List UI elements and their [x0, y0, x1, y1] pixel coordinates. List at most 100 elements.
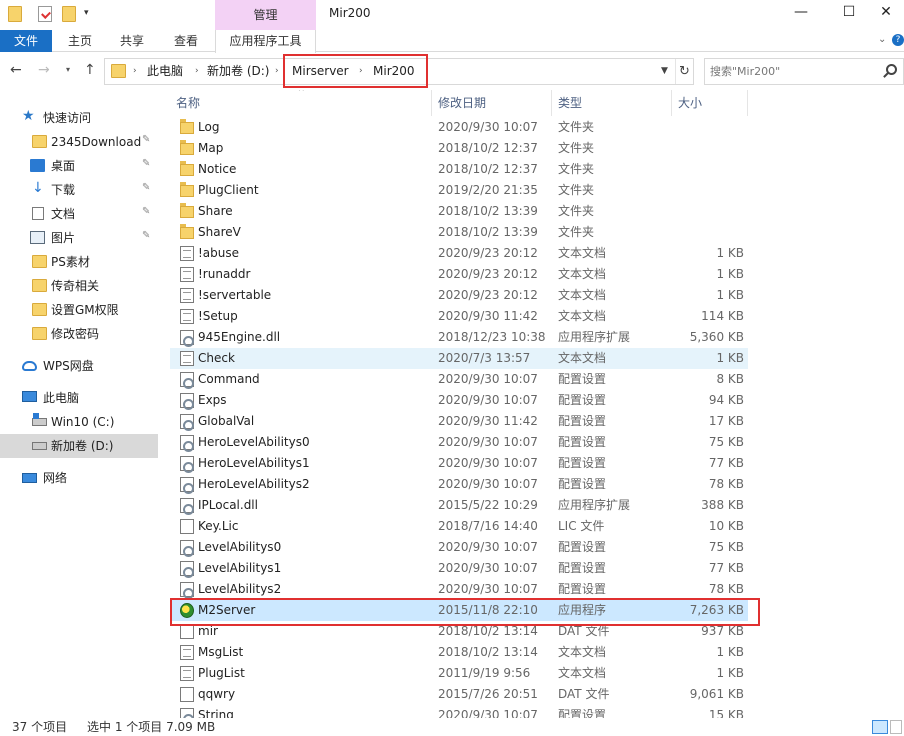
- table-row[interactable]: LevelAbilitys2 2020/9/30 10:07 配置设置 78 KB: [170, 579, 748, 600]
- sidebar-item-drive-d[interactable]: 新加卷 (D:): [0, 434, 158, 458]
- table-row[interactable]: MsgList 2018/10/2 13:14 文本文档 1 KB: [170, 642, 748, 663]
- table-row[interactable]: !Setup 2020/9/30 11:42 文本文档 114 KB: [170, 306, 748, 327]
- pin-icon[interactable]: ✎: [142, 206, 150, 217]
- file-size: 77 KB: [708, 456, 744, 470]
- sidebar-item-legend-related[interactable]: 传奇相关: [0, 274, 158, 298]
- search-box[interactable]: [704, 58, 904, 85]
- breadcrumb-drive-d[interactable]: 新加卷 (D:): [207, 59, 269, 84]
- table-row[interactable]: LevelAbilitys1 2020/9/30 10:07 配置设置 77 KB: [170, 558, 748, 579]
- search-icon[interactable]: [886, 64, 897, 75]
- table-row[interactable]: Exps 2020/9/30 10:07 配置设置 94 KB: [170, 390, 748, 411]
- table-row[interactable]: 945Engine.dll 2018/12/23 10:38 应用程序扩展 5,360…: [170, 327, 748, 348]
- table-row[interactable]: !abuse 2020/9/23 20:12 文本文档 1 KB: [170, 243, 748, 264]
- table-row[interactable]: Notice 2018/10/2 12:37 文件夹: [170, 159, 748, 180]
- back-arrow-icon[interactable]: ←: [10, 62, 22, 78]
- recent-locations-icon[interactable]: ▾: [66, 65, 70, 74]
- table-row[interactable]: HeroLevelAbilitys2 2020/9/30 10:07 配置设置 78 …: [170, 474, 748, 495]
- expand-ribbon-icon[interactable]: ⌄: [878, 34, 886, 45]
- cloud-icon: [22, 361, 37, 371]
- table-row[interactable]: LevelAbilitys0 2020/9/30 10:07 配置设置 75 KB: [170, 537, 748, 558]
- up-arrow-icon[interactable]: ↑: [84, 62, 96, 78]
- sidebar-item-network[interactable]: 网络: [0, 466, 158, 490]
- table-row[interactable]: HeroLevelAbilitys0 2020/9/30 10:07 配置设置 75 …: [170, 432, 748, 453]
- file-list[interactable]: 名称 ^ 修改日期 类型 大小 Log 2020/9/30 10:07 文件夹 Map…: [170, 90, 904, 718]
- table-row[interactable]: M2Server 2015/11/8 22:10 应用程序 7,263 KB: [170, 600, 748, 621]
- new-folder-icon[interactable]: [62, 6, 76, 22]
- table-row[interactable]: ShareV 2018/10/2 13:39 文件夹: [170, 222, 748, 243]
- config-file-icon: [180, 477, 194, 494]
- tab-home[interactable]: 主页: [60, 30, 100, 52]
- table-row[interactable]: mir 2018/10/2 13:14 DAT 文件 937 KB: [170, 621, 748, 642]
- tab-app-tools[interactable]: 应用程序工具: [215, 30, 316, 53]
- sidebar-item-pictures[interactable]: 图片 ✎: [0, 226, 158, 250]
- column-date-modified[interactable]: 修改日期: [432, 90, 552, 116]
- sidebar-item-documents[interactable]: 文档 ✎: [0, 202, 158, 226]
- maximize-button[interactable]: ☐: [826, 0, 872, 26]
- file-date: 2020/9/30 10:07: [438, 540, 538, 554]
- sidebar-item-2345downloads[interactable]: 2345Downloads ✎: [0, 130, 158, 154]
- table-row[interactable]: Key.Lic 2018/7/16 14:40 LIC 文件 10 KB: [170, 516, 748, 537]
- table-row[interactable]: GlobalVal 2020/9/30 11:42 配置设置 17 KB: [170, 411, 748, 432]
- pin-icon[interactable]: ✎: [142, 158, 150, 169]
- file-type: 文本文档: [558, 645, 607, 659]
- document-icon: [32, 207, 44, 220]
- table-row[interactable]: Command 2020/9/30 10:07 配置设置 8 KB: [170, 369, 748, 390]
- quick-access-dropdown-icon[interactable]: ▾: [84, 8, 89, 18]
- breadcrumb-mirserver[interactable]: Mirserver: [292, 59, 349, 84]
- help-icon[interactable]: ?: [892, 34, 904, 46]
- table-row[interactable]: IPLocal.dll 2015/5/22 10:29 应用程序扩展 388 KB: [170, 495, 748, 516]
- sidebar-item-label: 图片: [51, 231, 76, 245]
- pin-icon[interactable]: ✎: [142, 182, 150, 193]
- sidebar-item-change-password[interactable]: 修改密码: [0, 322, 158, 346]
- table-row[interactable]: Check 2020/7/3 13:57 文本文档 1 KB: [170, 348, 748, 369]
- address-dropdown-icon[interactable]: ▼: [661, 60, 668, 83]
- table-row[interactable]: PlugClient 2019/2/20 21:35 文件夹: [170, 180, 748, 201]
- sidebar-item-downloads[interactable]: ↓ 下载 ✎: [0, 178, 158, 202]
- tab-file[interactable]: 文件: [0, 30, 52, 52]
- breadcrumb-separator[interactable]: ›: [359, 59, 363, 84]
- tab-view[interactable]: 查看: [166, 30, 206, 52]
- details-view-icon[interactable]: [872, 720, 888, 734]
- sidebar-item-drive-c[interactable]: Win10 (C:): [0, 410, 158, 434]
- properties-icon[interactable]: [38, 6, 52, 22]
- large-icons-view-icon[interactable]: [890, 720, 902, 734]
- sidebar-item-desktop[interactable]: 桌面 ✎: [0, 154, 158, 178]
- breadcrumb-mir200[interactable]: Mir200: [373, 59, 415, 84]
- file-name: Map: [198, 141, 224, 155]
- table-row[interactable]: HeroLevelAbilitys1 2020/9/30 10:07 配置设置 77 …: [170, 453, 748, 474]
- sidebar-item-gm-permissions[interactable]: 设置GM权限: [0, 298, 158, 322]
- close-button[interactable]: ✕: [868, 0, 904, 26]
- sidebar-item-ps-assets[interactable]: PS素材: [0, 250, 158, 274]
- sidebar-item-wps-cloud[interactable]: WPS网盘: [0, 354, 158, 378]
- address-bar[interactable]: › 此电脑 › 新加卷 (D:) › Mirserver › Mir200 ▼ …: [104, 58, 694, 85]
- table-row[interactable]: Share 2018/10/2 13:39 文件夹: [170, 201, 748, 222]
- column-type[interactable]: 类型: [552, 90, 672, 116]
- file-date: 2018/12/23 10:38: [438, 330, 546, 344]
- tab-share[interactable]: 共享: [112, 30, 152, 52]
- table-row[interactable]: String 2020/9/30 10:07 配置设置 15 KB: [170, 705, 748, 718]
- breadcrumb-separator[interactable]: ›: [195, 59, 199, 84]
- forward-arrow-icon[interactable]: →: [38, 62, 50, 78]
- column-size[interactable]: 大小: [672, 90, 748, 116]
- pin-icon[interactable]: ✎: [142, 134, 150, 145]
- refresh-icon[interactable]: ↻: [675, 59, 693, 84]
- breadcrumb-this-pc[interactable]: 此电脑: [147, 59, 183, 84]
- sidebar-item-label: 2345Downloads: [51, 135, 141, 149]
- folder-icon[interactable]: [8, 6, 22, 22]
- pin-icon[interactable]: ✎: [142, 230, 150, 241]
- table-row[interactable]: !runaddr 2020/9/23 20:12 文本文档 1 KB: [170, 264, 748, 285]
- search-input[interactable]: [705, 59, 881, 84]
- table-row[interactable]: qqwry 2015/7/26 20:51 DAT 文件 9,061 KB: [170, 684, 748, 705]
- table-row[interactable]: PlugList 2011/9/19 9:56 文本文档 1 KB: [170, 663, 748, 684]
- file-date: 2018/10/2 13:39: [438, 225, 538, 239]
- sidebar-item-label: 文档: [51, 207, 76, 221]
- table-row[interactable]: Log 2020/9/30 10:07 文件夹: [170, 117, 748, 138]
- sidebar-item-quick-access[interactable]: ★ 快速访问: [0, 106, 158, 130]
- sidebar-item-this-pc[interactable]: 此电脑: [0, 386, 158, 410]
- table-row[interactable]: !servertable 2020/9/23 20:12 文本文档 1 KB: [170, 285, 748, 306]
- breadcrumb-separator[interactable]: ›: [275, 59, 279, 84]
- folder-icon: [180, 119, 194, 134]
- breadcrumb-separator[interactable]: ›: [133, 59, 137, 84]
- minimize-button[interactable]: —: [778, 0, 824, 26]
- table-row[interactable]: Map 2018/10/2 12:37 文件夹: [170, 138, 748, 159]
